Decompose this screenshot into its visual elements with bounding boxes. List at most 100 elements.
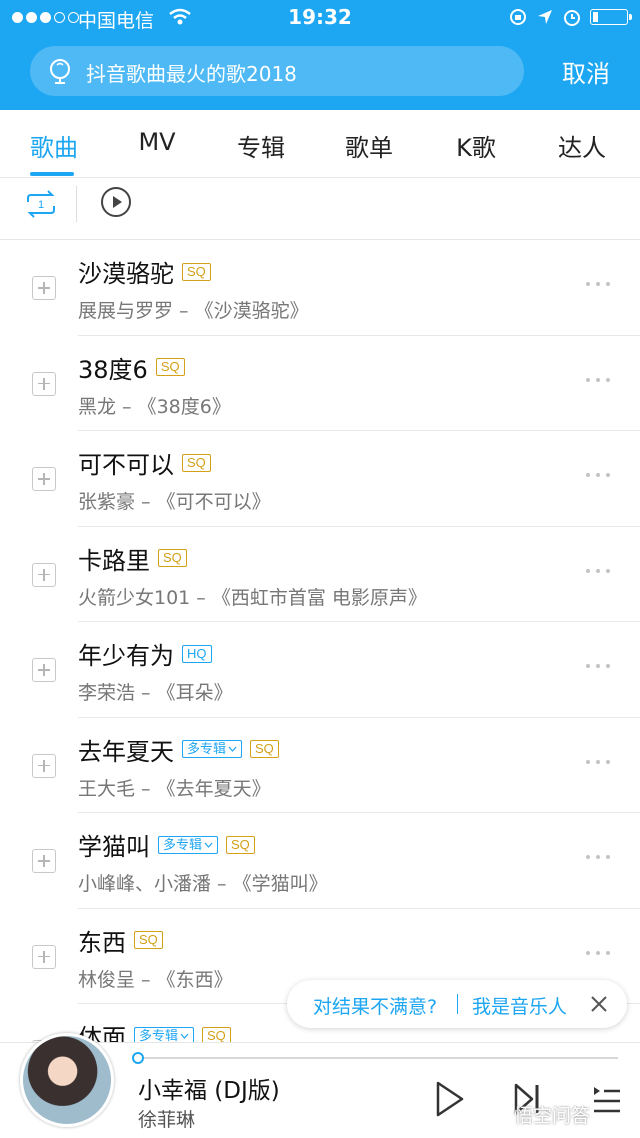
playlist-icon[interactable]	[592, 1079, 622, 1119]
quality-badge: HQ	[182, 644, 212, 663]
badge-label: SQ	[187, 454, 206, 470]
search-field[interactable]: 抖音歌曲最火的歌2018	[30, 46, 524, 96]
chevron-down-icon	[228, 746, 237, 752]
badge-label: SQ	[255, 741, 274, 756]
add-icon[interactable]	[32, 467, 56, 491]
feedback-banner: 对结果不满意? 我是音乐人	[287, 980, 627, 1028]
tab-songs[interactable]: 歌曲	[30, 128, 78, 163]
song-subtitle: 李荣浩 – 《耳朵》	[78, 682, 233, 704]
progress-knob[interactable]	[132, 1052, 144, 1064]
add-icon[interactable]	[32, 276, 56, 300]
song-subtitle: 火箭少女101 – 《西虹市首富 电影原声》	[78, 586, 427, 609]
badge-label: HQ	[187, 645, 207, 661]
quality-badge: SQ	[182, 262, 211, 281]
add-icon[interactable]	[32, 371, 56, 396]
location-arrow-icon	[538, 10, 552, 24]
tab-bar: 歌曲 MV 专辑 歌单 K歌 达人	[0, 110, 640, 178]
loop-one-icon[interactable]: 1	[24, 188, 58, 220]
tab-karaoke[interactable]: K歌	[456, 128, 496, 163]
song-title: 去年夏天	[78, 737, 174, 766]
multi-album-badge[interactable]: 多专辑	[182, 740, 243, 758]
more-icon[interactable]	[586, 377, 610, 382]
song-subtitle: 张紫豪 – 《可不可以》	[78, 491, 271, 513]
more-icon[interactable]	[586, 473, 610, 477]
alarm-icon	[564, 10, 580, 26]
voice-search-icon[interactable]	[46, 56, 76, 86]
tab-playlists[interactable]: 歌单	[345, 128, 393, 163]
song-title: 学猫叫	[78, 833, 150, 861]
status-bar: 中国电信 19:32	[0, 0, 640, 36]
tab-albums[interactable]: 专辑	[237, 128, 285, 163]
header-bar: 中国电信 19:32 抖音歌曲最火的歌2018 取消	[0, 0, 640, 110]
chevron-down-icon	[204, 842, 213, 848]
rotation-lock-icon	[510, 9, 526, 25]
add-icon[interactable]	[32, 944, 56, 969]
quality-badge: SQ	[158, 549, 187, 567]
add-icon[interactable]	[32, 562, 56, 587]
add-icon[interactable]	[32, 753, 56, 778]
multi-album-badge[interactable]: 多专辑	[158, 835, 219, 854]
more-icon[interactable]	[586, 568, 610, 573]
quality-badge: SQ	[250, 740, 279, 758]
quality-badge: SQ	[182, 453, 211, 472]
song-row[interactable]: 沙漠骆驼 SQ 展展与罗罗 – 《沙漠骆驼》	[0, 240, 640, 336]
badge-label: 多专辑	[187, 741, 227, 756]
more-icon[interactable]	[586, 759, 610, 764]
song-subtitle: 黑龙 – 《38度6》	[78, 395, 231, 418]
toolbar-divider	[76, 186, 77, 222]
quality-badge: SQ	[155, 358, 185, 376]
badge-label: SQ	[187, 263, 206, 279]
more-icon[interactable]	[586, 664, 610, 668]
song-title: 可不可以	[78, 451, 174, 479]
mini-player[interactable]: 小幸福 (DJ版) 徐菲琳 悟空问答	[0, 1033, 640, 1138]
musician-link[interactable]: 我是音乐人	[472, 992, 567, 1019]
more-icon[interactable]	[586, 950, 610, 955]
album-cover[interactable]	[20, 1033, 114, 1127]
song-row[interactable]: 卡路里 SQ 火箭少女101 – 《西虹市首富 电影原声》	[0, 527, 640, 623]
feedback-question[interactable]: 对结果不满意?	[313, 992, 437, 1019]
song-row[interactable]: 学猫叫 多专辑 SQ 小峰峰、小潘潘 – 《学猫叫》	[0, 813, 640, 909]
song-row[interactable]: 38度6 SQ 黑龙 – 《38度6》	[0, 336, 640, 432]
song-subtitle: 王大毛 – 《去年夏天》	[78, 777, 271, 800]
chevron-down-icon	[180, 1033, 189, 1039]
badge-label: SQ	[139, 932, 158, 947]
progress-bar[interactable]	[132, 1052, 618, 1064]
song-subtitle: 小峰峰、小潘潘 – 《学猫叫》	[78, 873, 328, 895]
tab-mv[interactable]: MV	[138, 128, 175, 156]
feedback-divider	[457, 994, 458, 1014]
tab-talents[interactable]: 达人	[558, 128, 606, 163]
song-title: 东西	[78, 928, 126, 957]
close-icon[interactable]	[589, 994, 609, 1014]
song-row[interactable]: 年少有为 HQ 李荣浩 – 《耳朵》	[0, 622, 640, 718]
quality-badge: SQ	[134, 931, 163, 949]
song-row[interactable]: 去年夏天 多专辑 SQ 王大毛 – 《去年夏天》	[0, 718, 640, 814]
cancel-button[interactable]: 取消	[562, 54, 610, 89]
play-icon[interactable]	[432, 1079, 466, 1119]
search-input[interactable]: 抖音歌曲最火的歌2018	[86, 58, 297, 87]
song-list: 沙漠骆驼 SQ 展展与罗罗 – 《沙漠骆驼》 38度6 SQ 黑龙 – 《38度6》可不可…	[0, 240, 640, 1100]
badge-label: SQ	[160, 359, 180, 374]
badge-label: SQ	[163, 550, 182, 565]
now-playing-title: 小幸福 (DJ版)	[138, 1078, 280, 1104]
song-title: 38度6	[78, 355, 148, 384]
song-title: 卡路里	[78, 546, 150, 575]
song-subtitle: 林俊呈 – 《东西》	[78, 968, 233, 991]
badge-label: SQ	[207, 1027, 226, 1043]
play-toolbar: 1	[0, 178, 640, 240]
song-title: 沙漠骆驼	[78, 260, 174, 288]
svg-text:1: 1	[38, 199, 44, 211]
active-tab-indicator	[30, 172, 74, 176]
more-icon[interactable]	[586, 855, 610, 859]
song-title: 年少有为	[78, 642, 174, 670]
add-icon[interactable]	[32, 849, 56, 873]
song-row[interactable]: 可不可以 SQ 张紫豪 – 《可不可以》	[0, 431, 640, 527]
add-icon[interactable]	[32, 658, 56, 682]
search-results-screen: 中国电信 19:32 抖音歌曲最火的歌2018 取消 歌曲 MV 专辑 歌单 K…	[0, 0, 640, 1138]
now-playing-artist: 徐菲琳	[138, 1109, 196, 1131]
battery-icon	[590, 9, 632, 25]
song-subtitle: 展展与罗罗 – 《沙漠骆驼》	[78, 300, 309, 322]
quality-badge: SQ	[226, 835, 255, 854]
play-all-icon[interactable]	[100, 186, 132, 218]
more-icon[interactable]	[586, 282, 610, 286]
badge-label: SQ	[231, 836, 250, 852]
